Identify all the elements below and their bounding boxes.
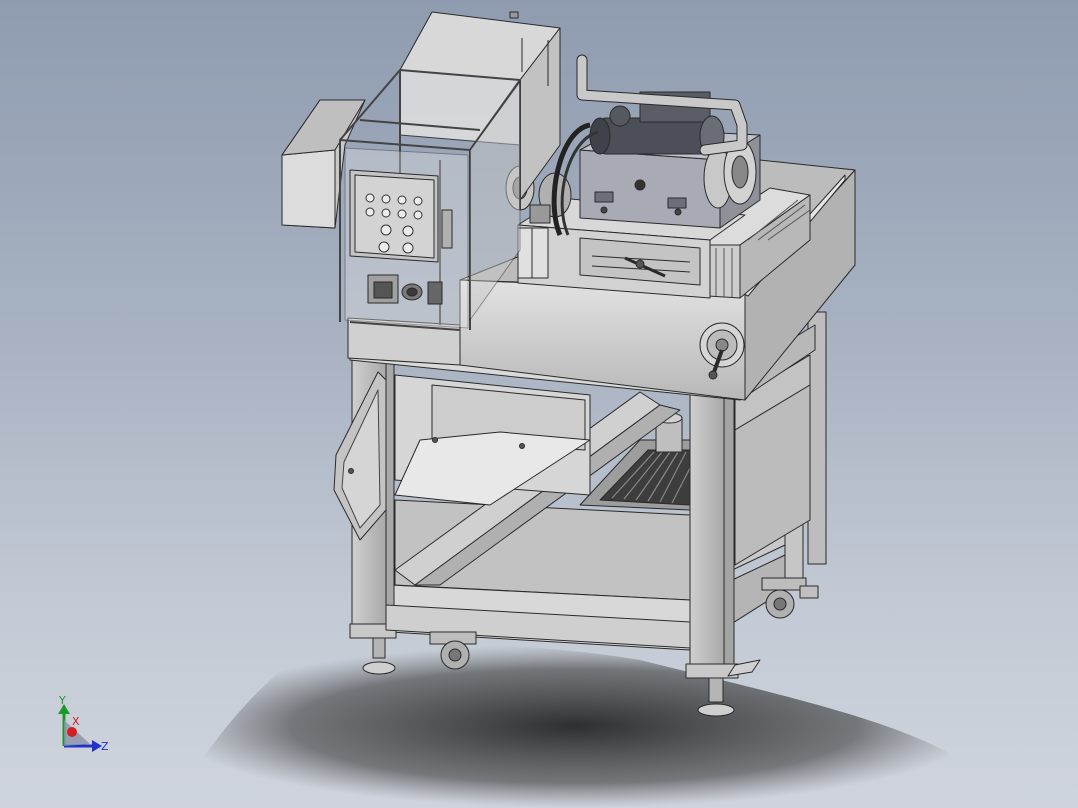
machine-model[interactable] (281, 11, 856, 717)
control-panel[interactable] (349, 169, 453, 263)
panel-knob[interactable] (402, 242, 414, 254)
triad-x-axis-dot (67, 727, 77, 737)
cad-viewport[interactable]: Y X Z (0, 0, 1078, 808)
panel-button[interactable] (365, 193, 375, 203)
triad-z-label: Z (101, 740, 109, 753)
panel-button[interactable] (397, 195, 407, 205)
panel-knob[interactable] (380, 224, 392, 236)
triad-x-label: X (72, 715, 80, 728)
panel-button[interactable] (413, 196, 423, 206)
triad-y-label: Y (58, 694, 66, 707)
coordinate-triad: Y X Z (58, 694, 109, 753)
frame-leg-front-right (685, 394, 739, 679)
caster-wheel-back-right (761, 577, 819, 619)
panel-button[interactable] (365, 207, 375, 217)
panel-knob[interactable] (402, 225, 414, 237)
floor-shadow (170, 644, 980, 808)
panel-button[interactable] (397, 209, 407, 219)
panel-button[interactable] (413, 210, 423, 220)
panel-knob[interactable] (378, 241, 390, 253)
panel-button[interactable] (381, 194, 391, 204)
inner-cabinet (394, 374, 591, 506)
panel-button[interactable] (381, 208, 391, 218)
